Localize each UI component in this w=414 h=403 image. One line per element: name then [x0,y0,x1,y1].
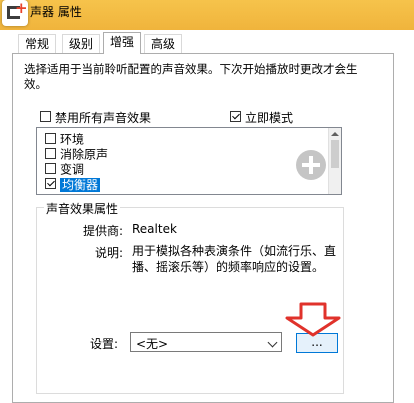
list-item-label: 变调 [60,162,85,177]
window-title: 声器 属性 [30,5,82,19]
tab-advanced[interactable]: 高级 [144,34,183,53]
provider-label: 提供商: [83,224,124,238]
setting-dropdown[interactable]: <无> [130,332,282,352]
tab-strip: 常规 级别 增强 高级 [18,32,398,54]
add-icon: + [15,0,28,17]
provider-value: Realtek [132,222,177,236]
list-item-label: 消除原声 [60,147,109,162]
list-item[interactable]: 消除原声 [45,147,109,162]
tab-levels[interactable]: 级别 [62,34,101,53]
list-item-checkbox[interactable] [45,163,56,174]
setting-dropdown-value: <无> [136,337,169,351]
disable-all-checkbox[interactable] [40,111,51,122]
description-label: 说明: [95,246,124,260]
scroll-thumb[interactable] [331,140,339,168]
annotation-arrow-icon [285,302,341,337]
enhancements-description: 选择适用于当前聆听配置的声音效果。下次开始播放时更改才会生效。 [24,62,358,91]
scroll-up-icon[interactable] [331,132,339,136]
immediate-mode-checkbox[interactable] [230,111,241,122]
tab-general[interactable]: 常规 [18,34,57,53]
list-item-label: 均衡器 [60,177,101,192]
list-item-checkbox[interactable] [45,178,56,189]
immediate-mode-label[interactable]: 立即模式 [245,109,293,126]
floating-add-icon[interactable] [296,150,326,180]
disable-all-label[interactable]: 禁用所有声音效果 [55,109,151,126]
app-icon: + [2,0,28,26]
list-item-selected[interactable]: 均衡器 [45,177,101,192]
list-item[interactable]: 环境 [45,132,85,147]
setting-label: 设置: [90,337,119,351]
title-bar: + 声器 属性 [0,0,414,30]
list-item[interactable]: 变调 [45,162,85,177]
chevron-down-icon [267,337,278,348]
list-scrollbar[interactable] [328,128,341,194]
list-item-checkbox[interactable] [45,133,56,144]
group-title: 声音效果属性 [44,200,121,217]
tab-enhancements[interactable]: 增强 [103,32,142,54]
description-value: 用于模拟各种表演条件（如流行乐、直播、摇滚乐等）的频率响应的设置。 [132,244,337,274]
list-item-label: 环境 [60,132,85,147]
list-item-checkbox[interactable] [45,148,56,159]
